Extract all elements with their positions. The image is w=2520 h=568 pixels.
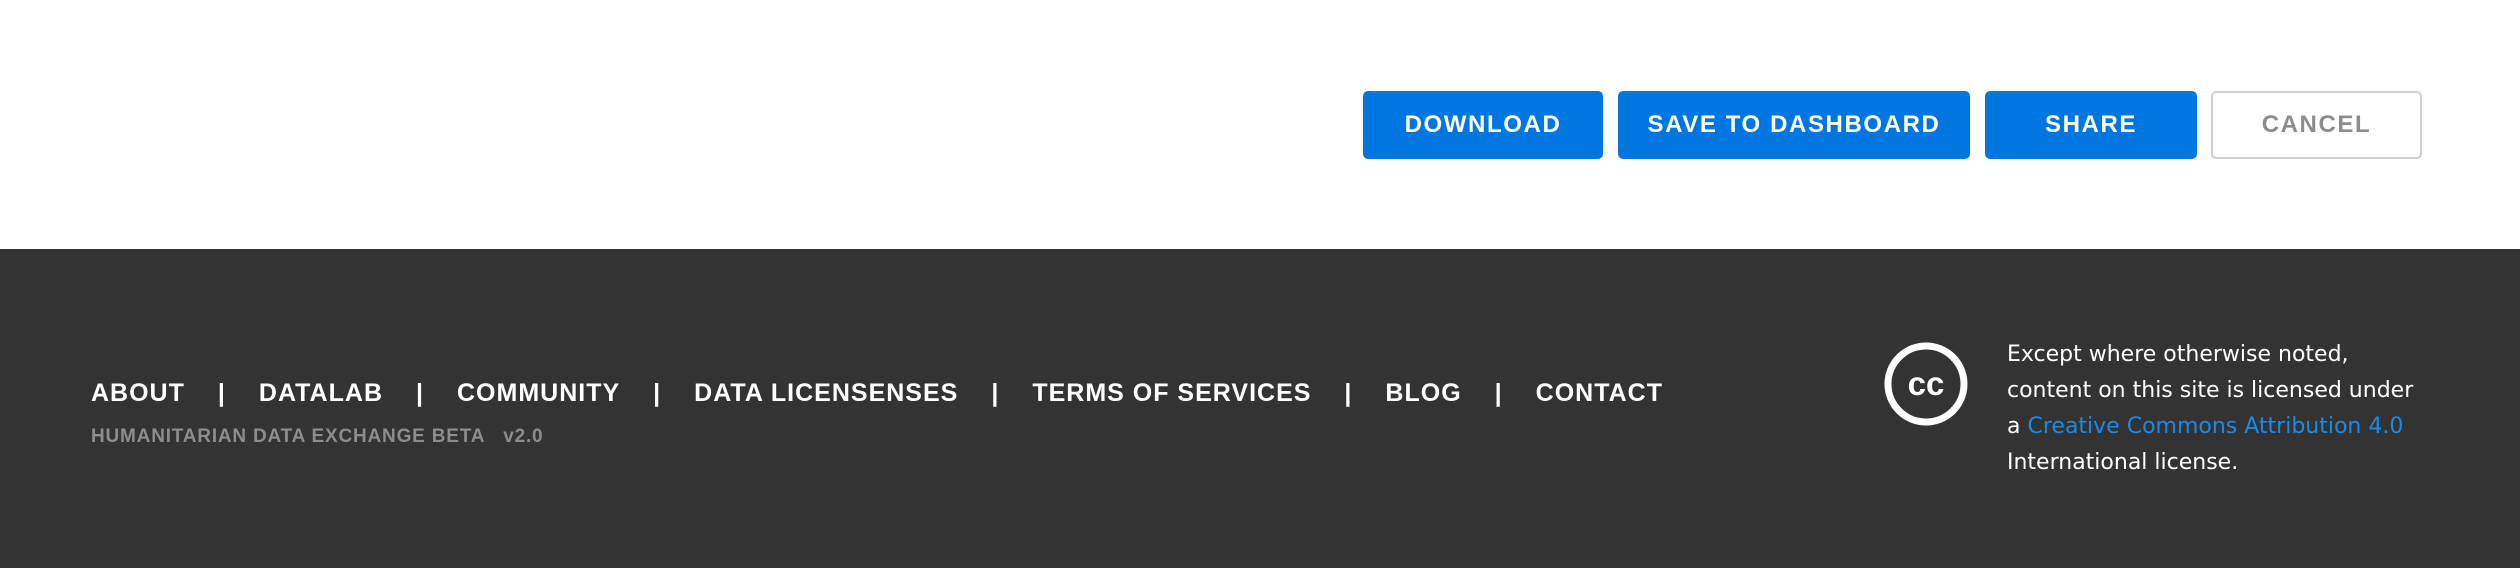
svg-text:cc: cc [1908, 365, 1945, 402]
brand-name: HUMANITARIAN DATA EXCHANGE BETA [91, 426, 486, 447]
footer-link-blog[interactable]: BLOG [1385, 379, 1461, 408]
version-label: v2.0 [503, 426, 544, 447]
share-button[interactable]: SHARE [1985, 91, 2197, 159]
footer-nav: ABOUT | DATALAB | COMMUNITY | DATA LICEN… [91, 377, 1663, 409]
save-to-dashboard-button[interactable]: SAVE TO DASHBOARD [1618, 91, 1970, 159]
footer-link-about[interactable]: ABOUT [91, 379, 185, 408]
footer-link-contact[interactable]: CONTACT [1536, 379, 1663, 408]
license-line-prefix: a [2007, 414, 2021, 439]
creative-commons-link[interactable]: Creative Commons Attribution 4.0 [2027, 414, 2403, 439]
footer-link-community[interactable]: COMMUNITY [457, 379, 620, 408]
nav-separator: | [1344, 378, 1353, 407]
action-bar: DOWNLOAD SAVE TO DASHBOARD SHARE CANCEL [0, 0, 2520, 249]
nav-separator: | [991, 378, 1000, 407]
nav-separator: | [1494, 378, 1503, 407]
license-line: a Creative Commons Attribution 4.0 [2007, 409, 2427, 445]
brand-line: HUMANITARIAN DATA EXCHANGE BETA v2.0 [91, 426, 543, 448]
cancel-button[interactable]: CANCEL [2211, 91, 2422, 159]
footer-link-datalab[interactable]: DATALAB [259, 379, 383, 408]
download-button[interactable]: DOWNLOAD [1363, 91, 1603, 159]
creative-commons-icon: cc [1884, 342, 1968, 426]
site-footer: ABOUT | DATALAB | COMMUNITY | DATA LICEN… [0, 249, 2520, 568]
footer-link-data-licenses[interactable]: DATA LICENSENSES [694, 379, 958, 408]
license-line: content on this site is licensed under [2007, 378, 2414, 403]
license-notice: Except where otherwise noted, content on… [2007, 337, 2427, 481]
nav-separator: | [416, 378, 424, 407]
license-line: International license. [2007, 450, 2239, 475]
footer-link-terms[interactable]: TERMS OF SERVICES [1032, 379, 1311, 408]
nav-separator: | [653, 378, 662, 407]
nav-separator: | [217, 378, 226, 407]
license-line: Except where otherwise noted, [2007, 342, 2349, 367]
